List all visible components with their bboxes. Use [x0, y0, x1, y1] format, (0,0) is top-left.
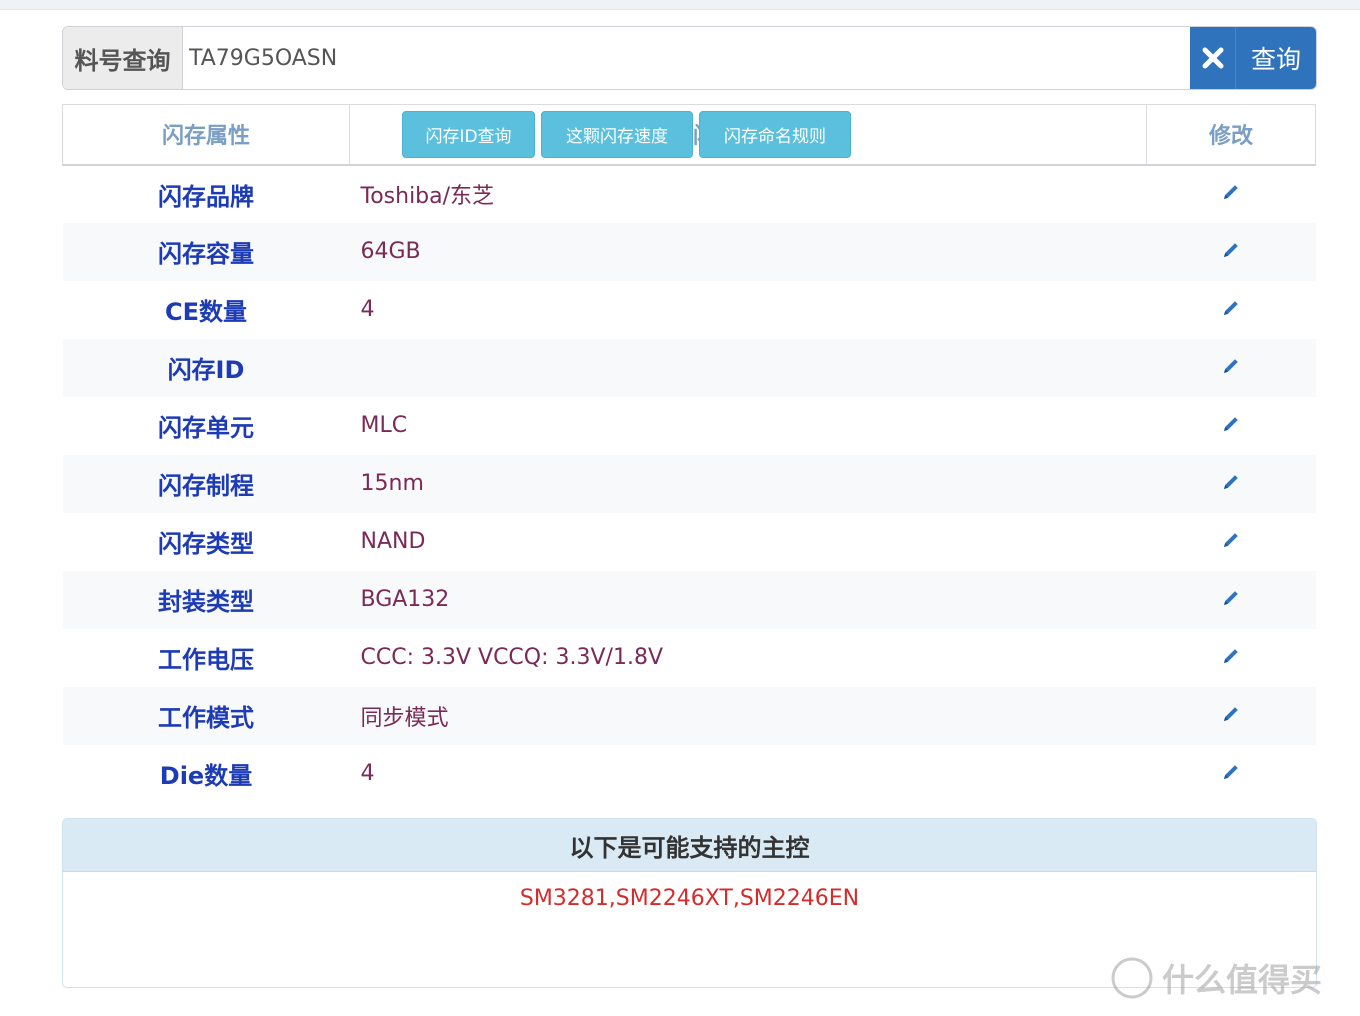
table-row: Die数量 4	[62, 744, 1316, 803]
edit-button[interactable]	[1147, 571, 1316, 629]
attribute-name: 闪存ID	[167, 356, 245, 384]
flash-attribute-table: 闪存属性 闪存属性值 修改 闪存品牌Toshiba/东芝闪存容量64GBCE数量…	[62, 104, 1316, 803]
table-row: 工作电压 CCC: 3.3V VCCQ: 3.3V/1.8V	[62, 628, 1316, 687]
table-row: 闪存制程 15nm	[62, 454, 1316, 513]
table-body: 闪存品牌 Toshiba/东芝 闪存容量 64GB CE数量 4 闪存ID 闪存单元 MLC 闪存…	[62, 164, 1316, 803]
pencil-icon	[1224, 416, 1238, 431]
header-attribute: 闪存属性	[62, 104, 350, 166]
table-row: 闪存单元 MLC	[62, 396, 1316, 455]
edit-button[interactable]	[1147, 339, 1316, 397]
watermark-text: 什么值得买	[1162, 961, 1323, 999]
edit-button[interactable]	[1147, 165, 1316, 223]
edit-button[interactable]	[1147, 397, 1316, 455]
panel-title: 以下是可能支持的主控	[63, 819, 1316, 872]
edit-button[interactable]	[1147, 745, 1316, 803]
flash-speed-button[interactable]: 这颗闪存速度	[541, 111, 693, 158]
attribute-value: MLC	[360, 413, 408, 438]
edit-button[interactable]	[1147, 281, 1316, 339]
pencil-icon	[1224, 706, 1238, 721]
edit-button[interactable]	[1147, 455, 1316, 513]
pencil-icon	[1224, 764, 1238, 779]
attribute-value: BGA132	[360, 587, 450, 612]
attribute-value: 15nm	[360, 471, 424, 496]
part-number-input[interactable]	[183, 27, 1190, 89]
attribute-value: CCC: 3.3V VCCQ: 3.3V/1.8V	[360, 645, 664, 670]
watermark: 什么值得买	[1110, 955, 1322, 1001]
attribute-name: 闪存制程	[158, 472, 254, 500]
panel-button-group: 闪存ID查询 这颗闪存速度 闪存命名规则	[402, 111, 851, 158]
controller-list: SM3281,SM2246XT,SM2246EN	[519, 886, 860, 911]
attribute-name: 闪存单元	[158, 414, 254, 442]
attribute-name: 闪存类型	[158, 530, 254, 558]
attribute-value: 同步模式	[360, 705, 449, 731]
part-number-search-bar: 料号查询 查询	[62, 26, 1317, 90]
attribute-name: CE数量	[164, 298, 247, 326]
attribute-value: 4	[360, 297, 375, 322]
attribute-value: 64GB	[360, 239, 421, 264]
edit-button[interactable]	[1147, 687, 1316, 745]
table-row: CE数量 4	[62, 280, 1316, 339]
watermark-logo-icon	[1111, 957, 1153, 999]
pencil-icon	[1224, 185, 1238, 199]
pencil-icon	[1224, 242, 1238, 257]
naming-rules-button[interactable]: 闪存命名规则	[699, 111, 851, 158]
attribute-name: 闪存品牌	[158, 182, 254, 211]
table-row: 封装类型 BGA132	[62, 570, 1316, 629]
search-label: 料号查询	[63, 27, 183, 89]
attribute-value: NAND	[360, 529, 426, 554]
header-edit: 修改	[1146, 104, 1316, 166]
pencil-icon	[1224, 300, 1238, 315]
attribute-name: 工作模式	[158, 704, 254, 732]
pencil-icon	[1224, 590, 1238, 605]
pencil-icon	[1224, 358, 1238, 373]
pencil-icon	[1224, 474, 1238, 489]
table-row: 闪存类型 NAND	[62, 512, 1316, 571]
edit-button[interactable]	[1147, 513, 1316, 571]
attribute-value: Toshiba/东芝	[360, 184, 495, 209]
table-row: 闪存ID	[62, 338, 1316, 397]
attribute-name: 工作电压	[158, 646, 254, 674]
search-button[interactable]: 查询	[1190, 27, 1316, 89]
attribute-value: 4	[360, 761, 375, 786]
top-border	[0, 0, 1360, 10]
pencil-icon	[1224, 648, 1238, 663]
table-row: 工作模式 同步模式	[62, 686, 1316, 745]
flash-id-query-button[interactable]: 闪存ID查询	[402, 111, 535, 158]
edit-button[interactable]	[1147, 629, 1316, 687]
close-icon[interactable]	[1190, 27, 1236, 89]
pencil-icon	[1224, 532, 1238, 547]
edit-button[interactable]	[1147, 223, 1316, 281]
attribute-value	[350, 339, 1147, 397]
attribute-name: 闪存容量	[158, 240, 254, 268]
search-button-label: 查询	[1250, 46, 1301, 74]
attribute-name: 封装类型	[158, 588, 254, 616]
attribute-name: Die数量	[159, 762, 253, 790]
table-row: 闪存品牌 Toshiba/东芝	[62, 164, 1316, 223]
table-row: 闪存容量 64GB	[62, 222, 1316, 281]
